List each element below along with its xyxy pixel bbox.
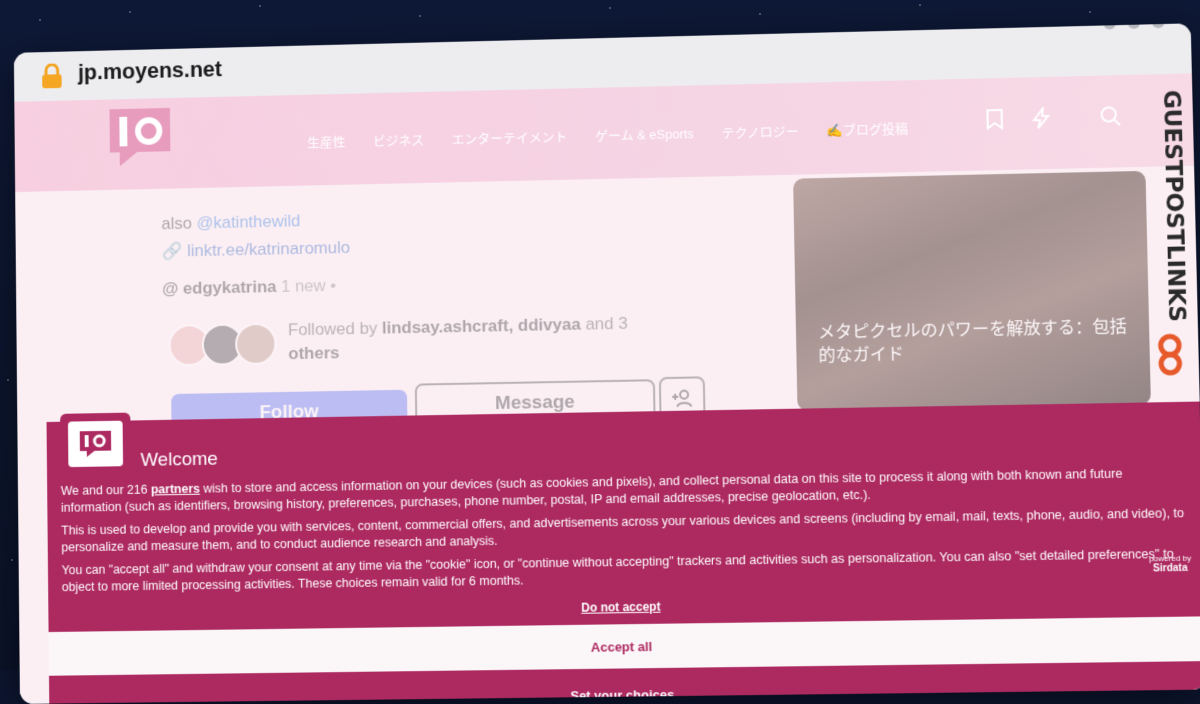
consent-text: We and our 216 partners wish to store an… (61, 464, 1190, 602)
article-card[interactable]: メタピクセルのパワーを解放する：包括的なガイド (793, 170, 1151, 411)
threads-new: 1 new • (280, 275, 337, 296)
consent-logo (60, 412, 131, 476)
nav-item[interactable]: ビジネス (373, 129, 424, 149)
web-page: 生産性 ビジネス エンターテイメント ゲーム & eSports テクノロジー … (14, 73, 1200, 704)
bookmark-icon[interactable] (984, 108, 1005, 130)
main-nav: 生産性 ビジネス エンターテイメント ゲーム & eSports テクノロジー … (307, 118, 908, 151)
add-user-icon (672, 389, 693, 408)
article-card-title[interactable]: メタピクセルのパワーを解放する：包括的なガイド (818, 316, 1132, 368)
threads-icon: @ (162, 279, 179, 299)
url-text[interactable]: jp.moyens.net (78, 56, 222, 85)
browser-frame: jp.moyens.net 生産性 ビジネス エンターテイメント ゲーム & e… (13, 23, 1200, 704)
threads-row[interactable]: @ edgykatrina 1 new • (162, 276, 336, 299)
also-handle-link[interactable]: @katinthewild (196, 211, 300, 232)
lightning-icon[interactable] (1031, 107, 1052, 129)
profile-link-row[interactable]: 🔗 linktr.ee/katrinaromulo (162, 238, 351, 262)
nav-item[interactable]: エンターテイメント (452, 126, 568, 148)
consent-paragraph: You can "accept all" and withdraw your c… (61, 546, 1174, 594)
site-logo[interactable] (108, 106, 173, 168)
accept-all-button[interactable]: Accept all (48, 616, 1200, 676)
avatar (234, 322, 277, 366)
link-icon: 🔗 (161, 241, 183, 261)
consent-title: Welcome (140, 448, 218, 471)
nav-item[interactable]: 生産性 (307, 131, 346, 151)
profile-link[interactable]: linktr.ee/katrinaromulo (187, 238, 350, 260)
nav-item[interactable]: ゲーム & eSports (595, 123, 694, 144)
browser-window: jp.moyens.net 生産性 ビジネス エンターテイメント ゲーム & e… (8, 0, 1200, 704)
site-logo-icon (79, 430, 112, 458)
window-controls (1103, 23, 1165, 30)
search-icon[interactable] (1099, 105, 1122, 128)
window-dot-icon[interactable] (1103, 23, 1116, 30)
followed-by-text: Followed by lindsay.ashcraft, ddivyaa an… (287, 313, 628, 363)
lock-icon (41, 63, 63, 89)
header-icons (984, 105, 1122, 130)
also-line: also @katinthewild (161, 211, 301, 234)
powered-by: powered by Sirdata (1148, 553, 1192, 575)
partners-link[interactable]: partners (151, 482, 200, 497)
follower-avatars (168, 322, 277, 367)
threads-handle[interactable]: edgykatrina (183, 277, 277, 298)
nav-item[interactable]: ✍️ブログ投稿 (827, 118, 909, 139)
nav-item[interactable]: テクノロジー (722, 121, 799, 142)
window-dot-icon[interactable] (1127, 23, 1141, 29)
consent-banner: Welcome We and our 216 partners wish to … (46, 401, 1200, 704)
guestpostlinks-watermark: GUESTPOSTLINKS (1143, 84, 1191, 387)
window-dot-icon[interactable] (1151, 23, 1165, 29)
